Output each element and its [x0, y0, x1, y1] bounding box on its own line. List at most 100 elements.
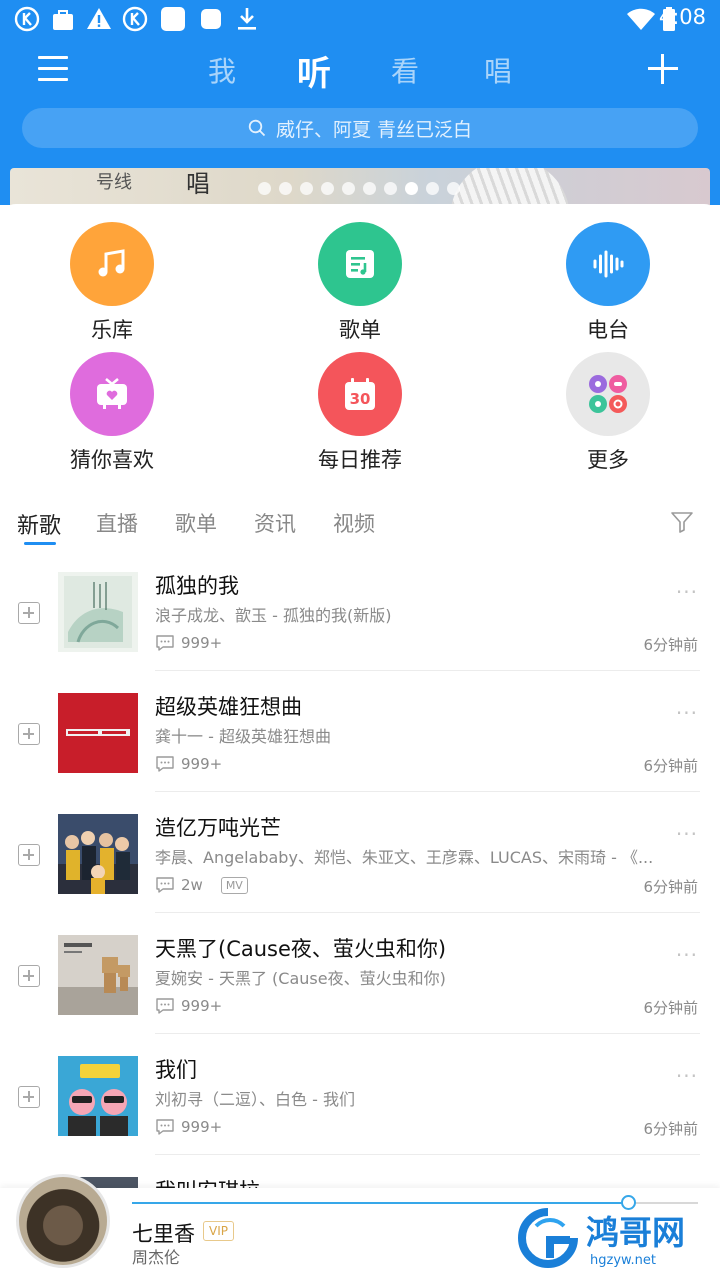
grid-item-label: 乐库 — [91, 318, 133, 342]
app-header: 4:08 我 听 看 唱 威仔、阿夏 青丝已泛白 号线 唱 — [0, 0, 720, 218]
active-tab-indicator — [24, 542, 56, 545]
song-artist: 龚十一 - 超级英雄狂想曲 — [155, 727, 331, 746]
album-cover — [58, 935, 138, 1015]
content-tabs: 新歌 直播 歌单 资讯 视频 — [0, 504, 720, 548]
more-options-icon[interactable]: ··· — [676, 943, 698, 967]
bag-icon — [53, 10, 73, 30]
status-time: 4:08 — [658, 5, 706, 29]
wifi-icon — [627, 8, 655, 30]
banner-dot — [447, 182, 460, 195]
mini-player[interactable]: 七里香 VIP 周杰伦 鸿哥网 hgzyw.net — [0, 1174, 720, 1280]
more-options-icon[interactable]: ··· — [676, 1064, 698, 1088]
main-content: 乐库 歌单 电台 猜你喜欢 30 每日推荐 更多 新歌 直播 歌单 资讯 视频 … — [0, 204, 720, 1257]
square-icon — [161, 7, 185, 31]
comment-icon — [156, 756, 174, 772]
playlist-icon — [318, 222, 402, 306]
k-circle-icon — [122, 6, 148, 32]
tab-me[interactable]: 我 — [208, 50, 236, 90]
tab-videos[interactable]: 视频 — [333, 508, 375, 538]
comment-count: 2w — [181, 876, 203, 894]
status-bar: 4:08 — [0, 0, 720, 40]
tab-new-songs[interactable]: 新歌 — [17, 508, 61, 540]
tab-playlists[interactable]: 歌单 — [175, 508, 217, 538]
song-time: 6分钟前 — [643, 878, 698, 896]
heart-tv-icon — [70, 352, 154, 436]
album-cover — [58, 572, 138, 652]
add-to-playlist-button[interactable] — [18, 965, 40, 987]
song-meta: 999+ — [155, 753, 222, 775]
banner-text: 唱 — [186, 170, 210, 198]
comment-count: 999+ — [181, 1118, 223, 1136]
grid-item-library[interactable]: 乐库 — [32, 222, 192, 344]
k-circle-icon — [14, 6, 40, 32]
grid-item-more[interactable]: 更多 — [528, 352, 688, 474]
music-note-icon — [70, 222, 154, 306]
banner-dot — [342, 182, 355, 195]
more-options-icon[interactable]: ··· — [676, 580, 698, 604]
banner-page-dots — [258, 182, 468, 195]
song-row[interactable]: 孤独的我 浪子成龙、歆玉 - 孤独的我(新版) 999+ ··· 6分钟前 — [0, 550, 720, 671]
search-placeholder: 威仔、阿夏 青丝已泛白 — [275, 118, 473, 141]
album-cover — [58, 1056, 138, 1136]
grid-item-daily-recommend[interactable]: 30 每日推荐 — [280, 352, 440, 474]
more-apps-icon — [566, 352, 650, 436]
calendar-30-icon: 30 — [318, 352, 402, 436]
song-artist: 李晨、Angelababy、郑恺、朱亚文、王彦霖、LUCAS、宋雨琦 - 《..… — [155, 848, 654, 867]
grid-item-label: 每日推荐 — [318, 448, 402, 472]
banner-dot — [321, 182, 334, 195]
watermark-icon — [518, 1208, 578, 1268]
now-playing-cover[interactable] — [16, 1174, 110, 1268]
more-options-icon[interactable]: ··· — [676, 701, 698, 725]
song-row[interactable]: 造亿万吨光芒 李晨、Angelababy、郑恺、朱亚文、王彦霖、LUCAS、宋雨… — [0, 792, 720, 913]
now-playing-artist: 周杰伦 — [132, 1248, 181, 1267]
mv-badge[interactable]: MV — [220, 876, 248, 894]
banner-dot — [384, 182, 397, 195]
song-title: 造亿万吨光芒 — [155, 816, 281, 840]
banner-text: 号线 — [96, 172, 132, 193]
song-artist: 刘初寻（二逗）、白色 - 我们 — [155, 1090, 355, 1109]
song-meta: 999+ — [155, 1116, 222, 1138]
tab-listen[interactable]: 听 — [297, 46, 331, 95]
more-options-icon[interactable]: ··· — [676, 822, 698, 846]
tab-watch[interactable]: 看 — [391, 50, 419, 90]
download-icon — [238, 8, 256, 30]
banner-dot — [405, 182, 418, 195]
comment-count: 999+ — [181, 755, 223, 773]
song-title: 孤独的我 — [155, 574, 239, 598]
search-icon — [248, 119, 266, 137]
tab-news[interactable]: 资讯 — [254, 508, 296, 538]
song-time: 6分钟前 — [643, 999, 698, 1017]
song-artist: 夏婉安 - 天黑了 (Cause夜、萤火虫和你) — [155, 969, 446, 988]
song-title: 超级英雄狂想曲 — [155, 695, 302, 719]
grid-item-playlist[interactable]: 歌单 — [280, 222, 440, 344]
banner-dot — [300, 182, 313, 195]
song-row[interactable]: 天黑了(Cause夜、萤火虫和你) 夏婉安 - 天黑了 (Cause夜、萤火虫和… — [0, 913, 720, 1034]
tab-sing[interactable]: 唱 — [484, 50, 512, 90]
comment-icon — [156, 877, 174, 893]
song-meta: 999+ — [155, 995, 222, 1017]
add-button[interactable] — [648, 54, 678, 84]
banner-dot — [279, 182, 292, 195]
add-to-playlist-button[interactable] — [18, 844, 40, 866]
album-cover — [58, 693, 138, 773]
grid-item-guess-you-like[interactable]: 猜你喜欢 — [32, 352, 192, 474]
song-row[interactable]: 我们 刘初寻（二逗）、白色 - 我们 999+ ··· 6分钟前 — [0, 1034, 720, 1155]
comment-icon — [156, 635, 174, 651]
grid-item-radio[interactable]: 电台 — [528, 222, 688, 344]
vip-badge: VIP — [203, 1221, 234, 1241]
add-to-playlist-button[interactable] — [18, 723, 40, 745]
watermark-url: hgzyw.net — [590, 1253, 656, 1268]
menu-button[interactable] — [38, 56, 68, 84]
song-artist: 浪子成龙、歆玉 - 孤独的我(新版) — [155, 606, 392, 625]
svg-text:30: 30 — [350, 390, 371, 408]
comment-icon — [156, 998, 174, 1014]
add-to-playlist-button[interactable] — [18, 602, 40, 624]
search-bar[interactable]: 威仔、阿夏 青丝已泛白 — [22, 108, 698, 148]
album-cover — [58, 814, 138, 894]
add-to-playlist-button[interactable] — [18, 1086, 40, 1108]
filter-icon[interactable] — [670, 510, 694, 534]
song-row[interactable]: 超级英雄狂想曲 龚十一 - 超级英雄狂想曲 999+ ··· 6分钟前 — [0, 671, 720, 792]
tab-live[interactable]: 直播 — [96, 508, 138, 538]
square-icon — [201, 9, 221, 29]
comment-icon — [156, 1119, 174, 1135]
